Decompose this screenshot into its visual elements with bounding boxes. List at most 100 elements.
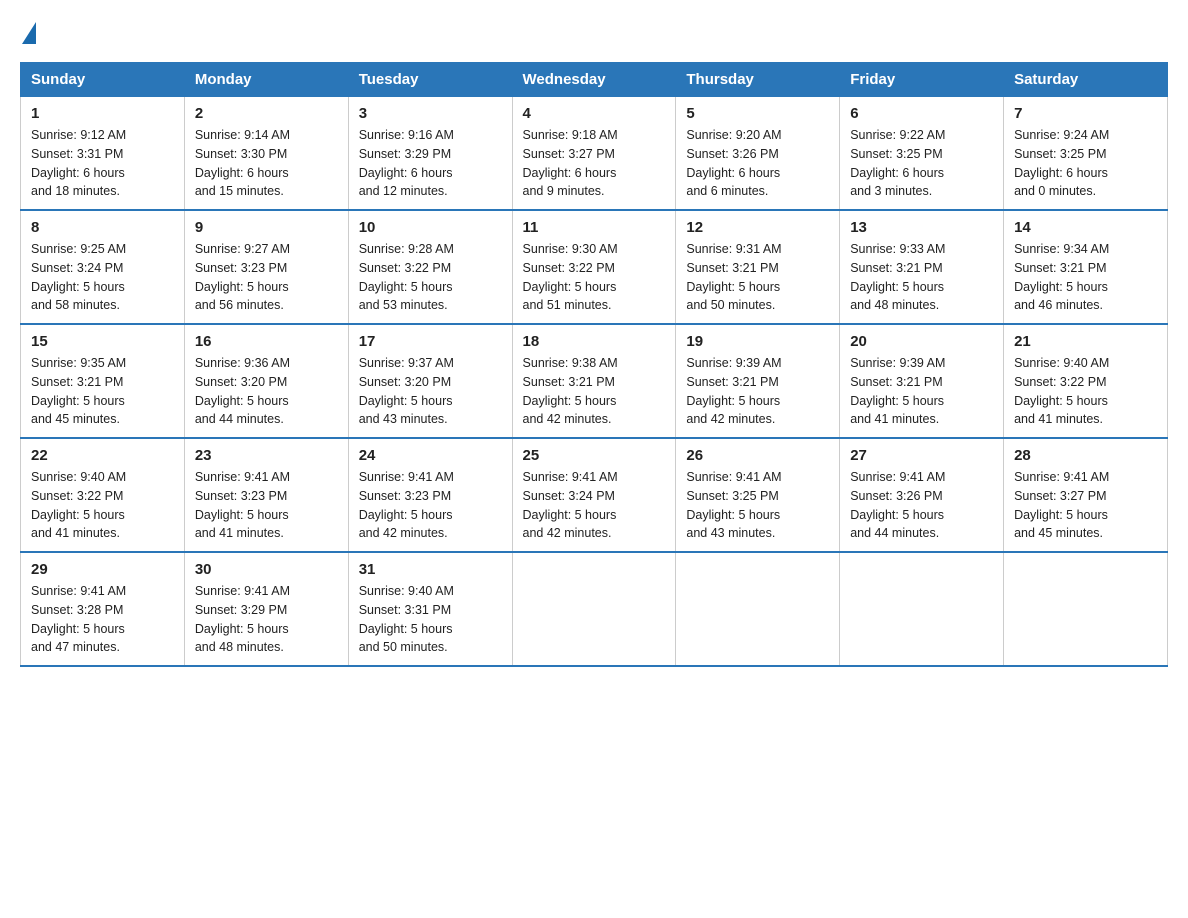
day-info: Sunrise: 9:41 AMSunset: 3:27 PMDaylight:… [1014, 468, 1157, 543]
calendar-cell: 23 Sunrise: 9:41 AMSunset: 3:23 PMDayligh… [184, 438, 348, 552]
calendar-table: SundayMondayTuesdayWednesdayThursdayFrid… [20, 62, 1168, 667]
day-info: Sunrise: 9:31 AMSunset: 3:21 PMDaylight:… [686, 240, 829, 315]
day-number: 9 [195, 219, 338, 236]
calendar-cell: 19 Sunrise: 9:39 AMSunset: 3:21 PMDayligh… [676, 324, 840, 438]
day-number: 18 [523, 333, 666, 350]
logo-triangle-icon [22, 22, 36, 44]
calendar-cell: 16 Sunrise: 9:36 AMSunset: 3:20 PMDayligh… [184, 324, 348, 438]
day-number: 12 [686, 219, 829, 236]
day-info: Sunrise: 9:41 AMSunset: 3:25 PMDaylight:… [686, 468, 829, 543]
day-info: Sunrise: 9:40 AMSunset: 3:31 PMDaylight:… [359, 582, 502, 657]
day-info: Sunrise: 9:24 AMSunset: 3:25 PMDaylight:… [1014, 126, 1157, 201]
day-info: Sunrise: 9:37 AMSunset: 3:20 PMDaylight:… [359, 354, 502, 429]
day-info: Sunrise: 9:33 AMSunset: 3:21 PMDaylight:… [850, 240, 993, 315]
day-number: 20 [850, 333, 993, 350]
day-info: Sunrise: 9:27 AMSunset: 3:23 PMDaylight:… [195, 240, 338, 315]
weekday-header-sunday: Sunday [21, 63, 185, 97]
day-info: Sunrise: 9:41 AMSunset: 3:28 PMDaylight:… [31, 582, 174, 657]
calendar-cell [512, 552, 676, 666]
day-number: 1 [31, 105, 174, 122]
day-info: Sunrise: 9:41 AMSunset: 3:26 PMDaylight:… [850, 468, 993, 543]
calendar-cell: 8Sunrise: 9:25 AMSunset: 3:24 PMDaylight… [21, 210, 185, 324]
day-number: 5 [686, 105, 829, 122]
calendar-week-row: 1 Sunrise: 9:12 AMSunset: 3:31 PMDaylight… [21, 97, 1168, 211]
day-info: Sunrise: 9:34 AMSunset: 3:21 PMDaylight:… [1014, 240, 1157, 315]
day-number: 13 [850, 219, 993, 236]
day-number: 30 [195, 561, 338, 578]
calendar-cell: 12 Sunrise: 9:31 AMSunset: 3:21 PMDayligh… [676, 210, 840, 324]
calendar-cell: 6 Sunrise: 9:22 AMSunset: 3:25 PMDaylight… [840, 97, 1004, 211]
page-header [20, 20, 1168, 42]
day-info: Sunrise: 9:41 AMSunset: 3:23 PMDaylight:… [195, 468, 338, 543]
day-number: 29 [31, 561, 174, 578]
calendar-cell: 11 Sunrise: 9:30 AMSunset: 3:22 PMDayligh… [512, 210, 676, 324]
calendar-cell: 2 Sunrise: 9:14 AMSunset: 3:30 PMDaylight… [184, 97, 348, 211]
day-number: 6 [850, 105, 993, 122]
calendar-cell: 27 Sunrise: 9:41 AMSunset: 3:26 PMDayligh… [840, 438, 1004, 552]
day-info: Sunrise: 9:12 AMSunset: 3:31 PMDaylight:… [31, 126, 174, 201]
day-number: 16 [195, 333, 338, 350]
day-number: 27 [850, 447, 993, 464]
day-number: 23 [195, 447, 338, 464]
calendar-cell [676, 552, 840, 666]
calendar-cell [840, 552, 1004, 666]
day-number: 11 [523, 219, 666, 236]
day-info: Sunrise: 9:28 AMSunset: 3:22 PMDaylight:… [359, 240, 502, 315]
calendar-week-row: 8Sunrise: 9:25 AMSunset: 3:24 PMDaylight… [21, 210, 1168, 324]
weekday-header-friday: Friday [840, 63, 1004, 97]
weekday-header-monday: Monday [184, 63, 348, 97]
weekday-header-saturday: Saturday [1004, 63, 1168, 97]
day-info: Sunrise: 9:14 AMSunset: 3:30 PMDaylight:… [195, 126, 338, 201]
calendar-cell: 29 Sunrise: 9:41 AMSunset: 3:28 PMDayligh… [21, 552, 185, 666]
day-info: Sunrise: 9:40 AMSunset: 3:22 PMDaylight:… [1014, 354, 1157, 429]
day-number: 22 [31, 447, 174, 464]
calendar-cell: 15 Sunrise: 9:35 AMSunset: 3:21 PMDayligh… [21, 324, 185, 438]
calendar-cell: 18Sunrise: 9:38 AMSunset: 3:21 PMDayligh… [512, 324, 676, 438]
day-info: Sunrise: 9:20 AMSunset: 3:26 PMDaylight:… [686, 126, 829, 201]
day-info: Sunrise: 9:30 AMSunset: 3:22 PMDaylight:… [523, 240, 666, 315]
day-info: Sunrise: 9:35 AMSunset: 3:21 PMDaylight:… [31, 354, 174, 429]
calendar-week-row: 22 Sunrise: 9:40 AMSunset: 3:22 PMDayligh… [21, 438, 1168, 552]
calendar-cell: 17Sunrise: 9:37 AMSunset: 3:20 PMDayligh… [348, 324, 512, 438]
calendar-cell: 22 Sunrise: 9:40 AMSunset: 3:22 PMDayligh… [21, 438, 185, 552]
day-number: 2 [195, 105, 338, 122]
calendar-week-row: 15 Sunrise: 9:35 AMSunset: 3:21 PMDayligh… [21, 324, 1168, 438]
calendar-cell: 28 Sunrise: 9:41 AMSunset: 3:27 PMDayligh… [1004, 438, 1168, 552]
day-info: Sunrise: 9:39 AMSunset: 3:21 PMDaylight:… [686, 354, 829, 429]
weekday-header-tuesday: Tuesday [348, 63, 512, 97]
calendar-cell: 21 Sunrise: 9:40 AMSunset: 3:22 PMDayligh… [1004, 324, 1168, 438]
day-number: 21 [1014, 333, 1157, 350]
day-number: 7 [1014, 105, 1157, 122]
calendar-cell [1004, 552, 1168, 666]
day-number: 19 [686, 333, 829, 350]
day-info: Sunrise: 9:18 AMSunset: 3:27 PMDaylight:… [523, 126, 666, 201]
calendar-cell: 7 Sunrise: 9:24 AMSunset: 3:25 PMDaylight… [1004, 97, 1168, 211]
calendar-cell: 26 Sunrise: 9:41 AMSunset: 3:25 PMDayligh… [676, 438, 840, 552]
day-number: 15 [31, 333, 174, 350]
day-number: 14 [1014, 219, 1157, 236]
day-number: 4 [523, 105, 666, 122]
day-number: 3 [359, 105, 502, 122]
day-number: 10 [359, 219, 502, 236]
calendar-cell: 13 Sunrise: 9:33 AMSunset: 3:21 PMDayligh… [840, 210, 1004, 324]
day-info: Sunrise: 9:25 AMSunset: 3:24 PMDaylight:… [31, 240, 174, 315]
calendar-cell: 24Sunrise: 9:41 AMSunset: 3:23 PMDayligh… [348, 438, 512, 552]
calendar-cell: 31Sunrise: 9:40 AMSunset: 3:31 PMDayligh… [348, 552, 512, 666]
day-info: Sunrise: 9:41 AMSunset: 3:23 PMDaylight:… [359, 468, 502, 543]
calendar-cell: 1 Sunrise: 9:12 AMSunset: 3:31 PMDaylight… [21, 97, 185, 211]
day-number: 28 [1014, 447, 1157, 464]
weekday-header-wednesday: Wednesday [512, 63, 676, 97]
day-info: Sunrise: 9:36 AMSunset: 3:20 PMDaylight:… [195, 354, 338, 429]
day-info: Sunrise: 9:41 AMSunset: 3:24 PMDaylight:… [523, 468, 666, 543]
day-number: 25 [523, 447, 666, 464]
day-info: Sunrise: 9:16 AMSunset: 3:29 PMDaylight:… [359, 126, 502, 201]
calendar-cell: 3 Sunrise: 9:16 AMSunset: 3:29 PMDaylight… [348, 97, 512, 211]
day-info: Sunrise: 9:22 AMSunset: 3:25 PMDaylight:… [850, 126, 993, 201]
day-number: 26 [686, 447, 829, 464]
calendar-cell: 10 Sunrise: 9:28 AMSunset: 3:22 PMDayligh… [348, 210, 512, 324]
calendar-week-row: 29 Sunrise: 9:41 AMSunset: 3:28 PMDayligh… [21, 552, 1168, 666]
calendar-cell: 4 Sunrise: 9:18 AMSunset: 3:27 PMDaylight… [512, 97, 676, 211]
day-info: Sunrise: 9:39 AMSunset: 3:21 PMDaylight:… [850, 354, 993, 429]
day-info: Sunrise: 9:41 AMSunset: 3:29 PMDaylight:… [195, 582, 338, 657]
day-info: Sunrise: 9:40 AMSunset: 3:22 PMDaylight:… [31, 468, 174, 543]
